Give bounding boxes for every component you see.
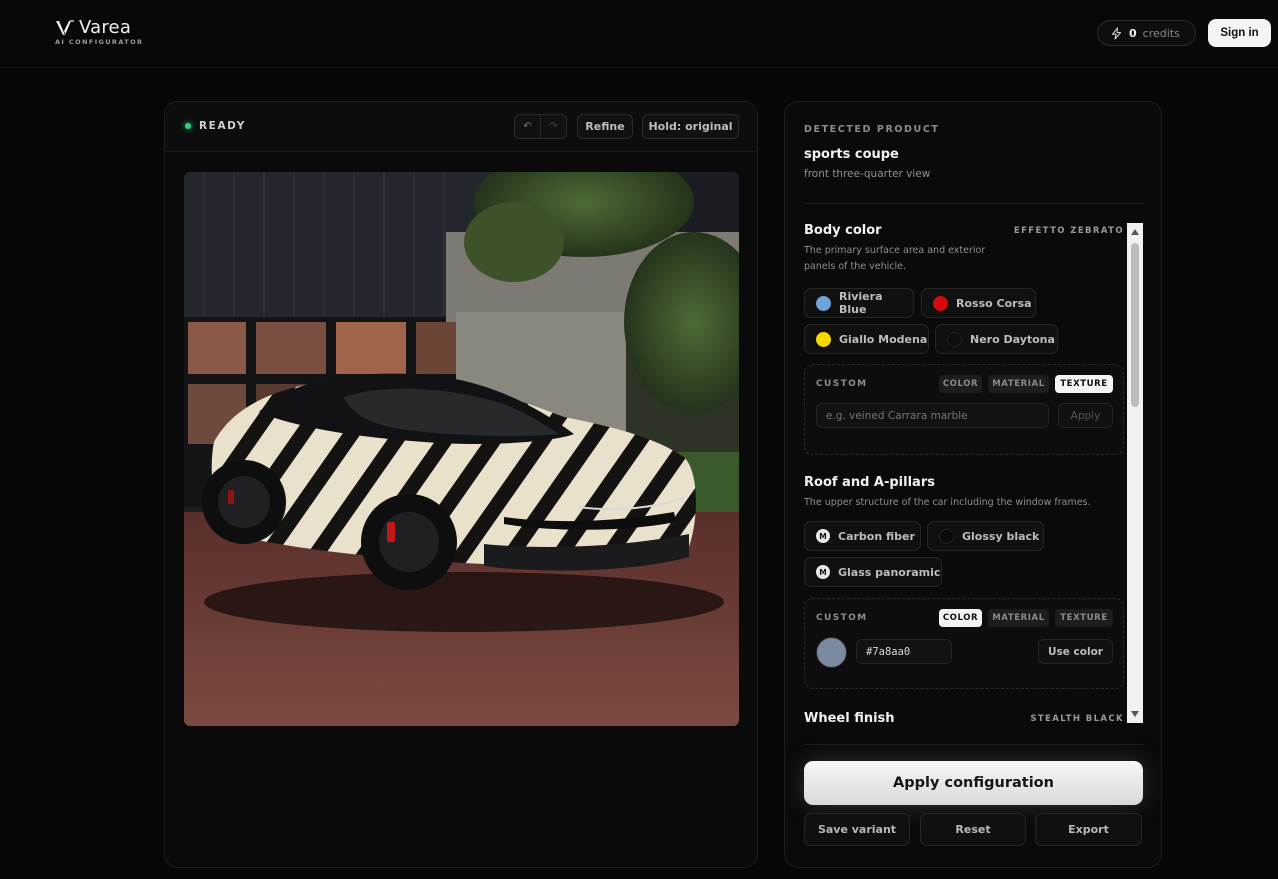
divider [804,744,1144,745]
option-carbon-fiber[interactable]: M Carbon fiber [804,521,921,551]
section-current-value: STEALTH BLACK [1030,714,1124,723]
option-glass-panoramic[interactable]: M Glass panoramic [804,557,942,587]
hex-color-input[interactable] [856,639,952,664]
options-scrollbar[interactable] [1127,223,1143,723]
reset-button[interactable]: Reset [920,813,1026,846]
tab-color[interactable]: COLOR [939,375,982,393]
varea-logo-icon [56,20,74,35]
color-swatch [939,528,954,544]
detected-product-label: DETECTED PRODUCT [804,124,940,135]
tab-color[interactable]: COLOR [939,609,982,627]
preview-panel: READY ↶ ↷ Refine Hold: original [164,101,758,868]
export-button[interactable]: Export [1035,813,1142,846]
option-giallo-modena[interactable]: Giallo Modena [804,324,929,354]
option-nero-daytona[interactable]: Nero Daytona [935,324,1058,354]
section-body-color: Body color EFFETTO ZEBRATO The primary s… [804,223,1128,455]
scrollbar-thumb[interactable] [1131,243,1139,407]
sign-in-button[interactable]: Sign in [1208,19,1271,47]
texture-prompt-input[interactable] [816,403,1049,428]
brand-subtitle: AI CONFIGURATOR [55,38,144,46]
preview-toolbar: READY ↶ ↷ Refine Hold: original [165,102,757,152]
scroll-down-arrow-icon[interactable] [1131,711,1139,717]
option-rosso-corsa[interactable]: Rosso Corsa [921,288,1036,318]
status-dot [185,123,191,129]
status-text: READY [199,120,246,132]
save-variant-button[interactable]: Save variant [804,813,910,846]
divider [804,203,1144,204]
top-bar: Varea AI CONFIGURATOR 0 credits Sign in [0,0,1278,68]
section-title: Roof and A-pillars [804,475,935,490]
apply-configuration-button[interactable]: Apply configuration [804,761,1143,805]
section-description: The upper structure of the car including… [804,497,1091,508]
material-badge-icon: M [816,529,830,543]
product-name: sports coupe [804,147,899,162]
color-swatch [933,295,948,311]
car-preview-image [184,172,739,726]
color-swatch [816,331,831,347]
lightning-icon [1111,26,1122,40]
refine-button[interactable]: Refine [577,114,633,139]
brand-logo[interactable]: Varea AI CONFIGURATOR [55,17,144,47]
credits-label: credits [1142,26,1180,40]
section-description: The primary surface area and exterior pa… [804,245,986,272]
section-wheel-finish: Wheel finish STEALTH BLACK [804,711,1128,723]
options-scroll-area[interactable]: Body color EFFETTO ZEBRATO The primary s… [804,223,1128,723]
redo-icon[interactable]: ↷ [540,115,566,138]
custom-body-box: CUSTOM COLOR MATERIAL TEXTURE Apply [804,364,1124,455]
section-title: Wheel finish [804,711,895,723]
credits-badge[interactable]: 0 credits [1097,20,1196,46]
apply-texture-button[interactable]: Apply [1058,403,1113,428]
section-roof: Roof and A-pillars The upper structure o… [804,475,1128,705]
status-indicator: READY [185,120,246,132]
brand-name: Varea [79,17,132,38]
product-view: front three-quarter view [804,168,931,180]
hold-original-button[interactable]: Hold: original [642,114,739,139]
use-color-button[interactable]: Use color [1038,639,1113,664]
custom-roof-box: CUSTOM COLOR MATERIAL TEXTURE Use color [804,598,1124,689]
tab-material[interactable]: MATERIAL [988,375,1049,393]
tab-texture[interactable]: TEXTURE [1055,375,1113,393]
color-swatch [816,295,831,311]
custom-label: CUSTOM [816,379,868,389]
custom-label: CUSTOM [816,613,868,623]
tab-texture[interactable]: TEXTURE [1055,609,1113,627]
color-swatch [947,331,962,347]
configurator-panel: DETECTED PRODUCT sports coupe front thre… [784,101,1162,868]
material-badge-icon: M [816,565,830,579]
undo-icon[interactable]: ↶ [515,115,540,138]
option-glossy-black[interactable]: Glossy black [927,521,1044,551]
credits-count: 0 [1129,26,1137,40]
option-riviera-blue[interactable]: Riviera Blue [804,288,914,318]
scroll-up-arrow-icon[interactable] [1131,229,1139,235]
section-current-value: EFFETTO ZEBRATO [1013,226,1124,236]
tab-material[interactable]: MATERIAL [988,609,1049,627]
history-controls: ↶ ↷ [514,114,567,139]
color-picker-swatch[interactable] [816,637,847,668]
section-title: Body color [804,223,882,238]
